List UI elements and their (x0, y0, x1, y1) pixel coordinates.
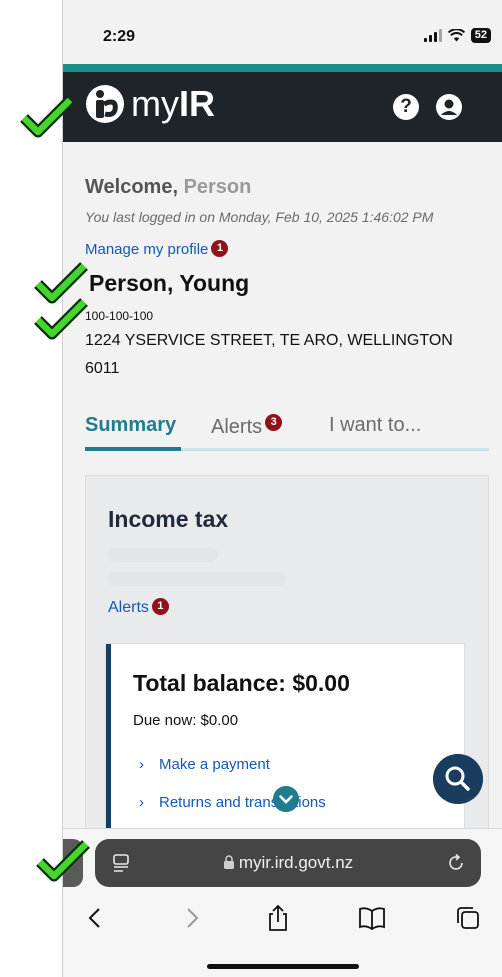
main-content: Welcome, Person You last logged in on Mo… (63, 142, 502, 830)
bookmarks-icon[interactable] (357, 903, 387, 933)
income-tax-alerts-link[interactable]: Alerts 1 (108, 598, 169, 617)
url-text: myir.ird.govt.nz (95, 853, 481, 873)
account-tabs: Summary Alerts 3 I want to... (85, 406, 489, 452)
tab-alerts-label: Alerts (211, 416, 263, 438)
blurred-account-detail (108, 548, 218, 562)
alerts-count-badge: 3 (265, 414, 283, 431)
customer-name: Person, Young (89, 270, 250, 296)
app-header: myIR ? (63, 72, 502, 142)
share-icon[interactable] (263, 903, 293, 933)
scroll-down-icon[interactable] (273, 786, 299, 812)
phone-screen: 2:29 52 myIR ? Welcome, Person You last … (62, 0, 502, 977)
chevron-right-icon: › (139, 756, 144, 773)
help-icon[interactable]: ? (393, 94, 419, 120)
due-now: Due now: $0.00 (133, 712, 239, 729)
tab-alerts[interactable]: Alerts 3 (211, 414, 283, 439)
total-balance: Total balance: $0.00 (133, 670, 350, 696)
browser-chrome: myir.ird.govt.nz (63, 828, 502, 977)
blurred-account-detail (108, 572, 286, 586)
manage-profile-link[interactable]: Manage my profile 1 (85, 240, 229, 258)
address-bar[interactable]: myir.ird.govt.nz (95, 839, 481, 887)
wifi-icon (447, 29, 465, 42)
status-bar: 2:29 52 (63, 0, 502, 64)
signal-icon (423, 29, 442, 42)
tab-i-want-to[interactable]: I want to... (329, 414, 421, 437)
myir-logo[interactable]: myIR (85, 84, 215, 124)
welcome-text: Welcome, Person (85, 176, 251, 199)
battery-icon: 52 (470, 28, 491, 43)
status-icons: 52 (423, 28, 491, 43)
status-time: 2:29 (103, 28, 136, 45)
header-accent-bar (63, 64, 502, 72)
welcome-label: Welcome, (85, 176, 178, 198)
tab-summary[interactable]: Summary (85, 414, 176, 437)
logo-text: myIR (131, 83, 215, 124)
home-indicator (207, 964, 359, 969)
tabs-active-indicator (85, 447, 181, 451)
profile-alert-badge: 1 (211, 240, 229, 257)
check-mark-icon (36, 840, 90, 882)
returns-transactions-label: Returns and transactions (159, 794, 326, 811)
chevron-right-icon: › (139, 794, 144, 811)
account-icon[interactable] (435, 93, 463, 121)
check-mark-icon (34, 298, 88, 340)
url-label: myir.ird.govt.nz (238, 853, 354, 872)
forward-icon[interactable] (176, 903, 206, 933)
income-tax-card: Income tax Alerts 1 Total balance: $0.00 … (85, 475, 489, 830)
welcome-name: Person (183, 176, 252, 198)
manage-profile-label: Manage my profile (85, 241, 209, 258)
lock-icon (223, 855, 234, 869)
address-line-1: 1224 YSERVICE STREET, TE ARO, WELLINGTON (85, 332, 453, 349)
address-line-2: 6011 (85, 360, 120, 377)
income-tax-title: Income tax (108, 506, 229, 532)
browser-toolbar (63, 899, 502, 943)
check-mark-icon (20, 96, 74, 138)
back-icon[interactable] (81, 903, 111, 933)
income-tax-alerts-label: Alerts (108, 599, 149, 616)
tabs-icon[interactable] (453, 903, 483, 933)
income-tax-alert-badge: 1 (151, 598, 169, 615)
reload-icon[interactable] (445, 852, 467, 874)
make-payment-link[interactable]: › Make a payment (139, 756, 270, 773)
ird-number: 100-100-100 (85, 309, 154, 323)
last-login-text: You last logged in on Monday, Feb 10, 20… (85, 209, 434, 225)
search-icon[interactable] (433, 754, 483, 804)
make-payment-label: Make a payment (159, 756, 270, 773)
ird-logo-icon (86, 85, 124, 123)
